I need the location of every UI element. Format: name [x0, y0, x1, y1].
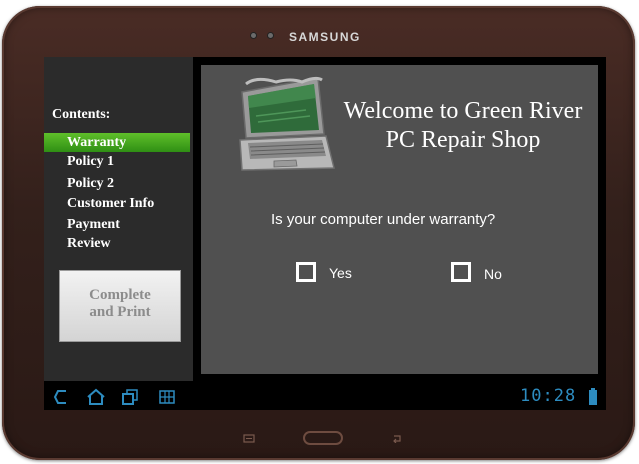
welcome-heading: Welcome to Green River PC Repair Shop	[338, 97, 588, 155]
screenshot-icon[interactable]	[158, 388, 176, 406]
sidebar-item-review[interactable]: Review	[44, 234, 190, 253]
sidebar-item-warranty[interactable]: Warranty	[44, 133, 190, 152]
welcome-line-1: Welcome to Green River	[343, 98, 583, 124]
clock: 10:28	[520, 386, 577, 406]
sidebar-item-policy-1[interactable]: Policy 1	[44, 152, 190, 171]
sensor-dot	[251, 33, 256, 38]
camera-icon	[268, 33, 273, 38]
brand-logo: SAMSUNG	[289, 30, 361, 44]
home-hardware-button[interactable]	[303, 431, 343, 445]
recent-apps-icon[interactable]	[121, 388, 139, 406]
no-label: No	[484, 266, 502, 282]
sidebar-item-customer-info[interactable]: Customer Info	[44, 194, 190, 213]
complete-button-line2: and Print	[89, 304, 151, 320]
sidebar-item-policy-2[interactable]: Policy 2	[44, 174, 190, 193]
no-checkbox[interactable]	[451, 262, 471, 282]
warranty-question: Is your computer under warranty?	[271, 211, 496, 228]
battery-icon	[589, 388, 597, 405]
yes-label: Yes	[329, 265, 352, 281]
sidebar-item-payment[interactable]: Payment	[44, 215, 190, 234]
yes-checkbox[interactable]	[296, 262, 316, 282]
home-icon[interactable]	[86, 388, 106, 406]
laptop-icon	[239, 76, 335, 171]
welcome-line-2: PC Repair Shop	[385, 127, 541, 153]
menu-hw-icon[interactable]	[243, 434, 255, 443]
complete-button-line1: Complete	[89, 287, 151, 303]
sidebar-title: Contents:	[52, 107, 111, 122]
back-icon[interactable]	[52, 388, 70, 406]
complete-and-print-button[interactable]: Complete and Print	[59, 270, 181, 342]
back-hw-icon[interactable]	[391, 434, 403, 443]
